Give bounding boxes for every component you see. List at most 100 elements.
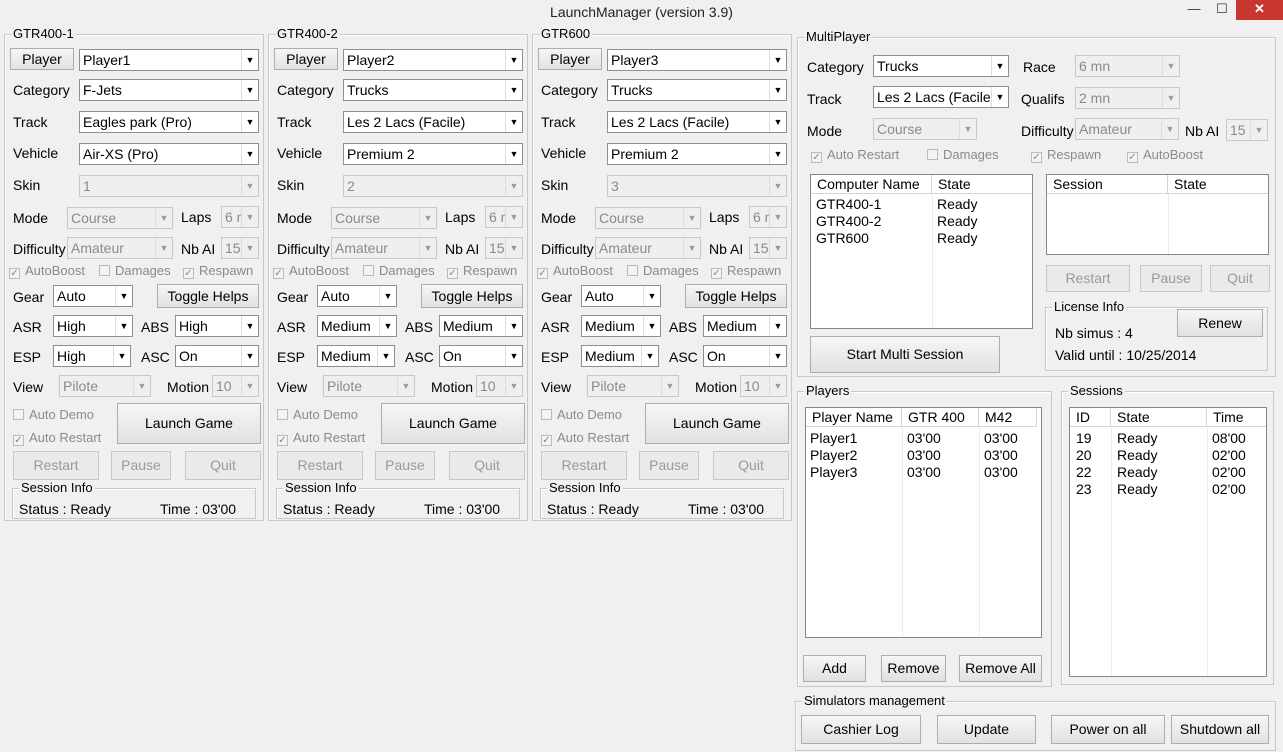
restart-button[interactable]: Restart [277,451,363,480]
remove-player-button[interactable]: Remove [881,655,946,682]
shutdown-all-button[interactable]: Shutdown all [1171,715,1269,744]
damages-checkbox[interactable]: Damages [363,263,435,279]
respawn-checkbox[interactable]: ✓ Respawn [183,263,253,279]
gear-select[interactable]: Auto ▼ [581,285,661,307]
autoboost-checkbox[interactable]: ✓ AutoBoost [537,263,613,279]
motion-select[interactable]: 10 ▼ [740,375,787,397]
vehicle-select[interactable]: Premium 2 ▼ [607,143,787,165]
players-list[interactable]: Player Name GTR 400 M42 Player1 03'00 03… [805,407,1042,638]
asr-select[interactable]: Medium ▼ [317,315,397,337]
skin-select[interactable]: 2 ▼ [343,175,523,197]
mp-restart-button[interactable]: Restart [1046,265,1130,292]
mp-quit-button[interactable]: Quit [1210,265,1270,292]
quit-button[interactable]: Quit [713,451,789,480]
player-select[interactable]: Player2 ▼ [343,49,523,71]
toggle-helps-button[interactable]: Toggle Helps [421,284,523,308]
autoboost-checkbox[interactable]: ✓ AutoBoost [273,263,349,279]
close-button[interactable]: ✕ [1236,0,1283,20]
mp-nbai-select[interactable]: 15 ▼ [1226,119,1268,141]
asr-select[interactable]: Medium ▼ [581,315,661,337]
player-button[interactable]: Player [10,48,74,70]
mp-damages-checkbox[interactable]: Damages [927,147,999,163]
mp-category-select[interactable]: Trucks ▼ [873,55,1009,77]
abs-select[interactable]: Medium ▼ [703,315,787,337]
computers-list[interactable]: Computer Name State GTR400-1 Ready GTR40… [810,174,1033,329]
auto-demo-checkbox[interactable]: Auto Demo [541,407,622,423]
column-header-player-name[interactable]: Player Name [806,408,902,427]
asc-select[interactable]: On ▼ [439,345,523,367]
list-item[interactable]: GTR600 [812,230,869,247]
skin-select[interactable]: 3 ▼ [607,175,787,197]
category-select[interactable]: F-Jets ▼ [79,79,259,101]
view-select[interactable]: Pilote ▼ [323,375,415,397]
list-item[interactable]: 22 [1072,464,1092,481]
asc-select[interactable]: On ▼ [703,345,787,367]
launch-game-button[interactable]: Launch Game [381,403,525,444]
sessions-list[interactable]: ID State Time 19 Ready 08'00 20 Ready 02… [1069,407,1267,677]
motion-select[interactable]: 10 ▼ [212,375,259,397]
column-header-state[interactable]: State [1168,175,1268,194]
esp-select[interactable]: High ▼ [53,345,131,367]
list-item[interactable]: Player2 [806,447,857,464]
player-button[interactable]: Player [538,48,602,70]
vehicle-select[interactable]: Air-XS (Pro) ▼ [79,143,259,165]
track-select[interactable]: Eagles park (Pro) ▼ [79,111,259,133]
minimize-button[interactable]: — [1180,0,1208,20]
player-select[interactable]: Player3 ▼ [607,49,787,71]
column-header-session[interactable]: Session [1047,175,1168,194]
pause-button[interactable]: Pause [375,451,435,480]
view-select[interactable]: Pilote ▼ [59,375,151,397]
mp-auto-restart-checkbox[interactable]: ✓ Auto Restart [811,147,899,163]
abs-select[interactable]: Medium ▼ [439,315,523,337]
esp-select[interactable]: Medium ▼ [317,345,395,367]
restart-button[interactable]: Restart [541,451,627,480]
nbai-select[interactable]: 15 ▼ [485,237,523,259]
difficulty-select[interactable]: Amateur ▼ [331,237,437,259]
mp-mode-select[interactable]: Course ▼ [873,118,977,140]
mode-select[interactable]: Course ▼ [595,207,701,229]
auto-demo-checkbox[interactable]: Auto Demo [277,407,358,423]
skin-select[interactable]: 1 ▼ [79,175,259,197]
nbai-select[interactable]: 15 ▼ [221,237,259,259]
player-select[interactable]: Player1 ▼ [79,49,259,71]
column-header-state[interactable]: State [932,175,1032,194]
track-select[interactable]: Les 2 Lacs (Facile) ▼ [343,111,523,133]
maximize-button[interactable]: ☐ [1208,0,1236,20]
mp-pause-button[interactable]: Pause [1140,265,1202,292]
toggle-helps-button[interactable]: Toggle Helps [157,284,259,308]
add-player-button[interactable]: Add [803,655,866,682]
gear-select[interactable]: Auto ▼ [53,285,133,307]
mp-autoboost-checkbox[interactable]: ✓ AutoBoost [1127,147,1203,163]
column-header-time[interactable]: Time [1207,408,1266,427]
laps-select[interactable]: 6 n ▼ [221,206,259,228]
mp-respawn-checkbox[interactable]: ✓ Respawn [1031,147,1101,163]
category-select[interactable]: Trucks ▼ [607,79,787,101]
quit-button[interactable]: Quit [185,451,261,480]
pause-button[interactable]: Pause [111,451,171,480]
mp-difficulty-select[interactable]: Amateur ▼ [1075,118,1179,140]
view-select[interactable]: Pilote ▼ [587,375,679,397]
abs-select[interactable]: High ▼ [175,315,259,337]
mp-sessions-list[interactable]: Session State [1046,174,1269,255]
cashier-log-button[interactable]: Cashier Log [801,715,921,744]
start-multi-session-button[interactable]: Start Multi Session [810,336,1000,373]
list-item[interactable]: Player3 [806,464,857,481]
launch-game-button[interactable]: Launch Game [117,403,261,444]
toggle-helps-button[interactable]: Toggle Helps [685,284,787,308]
laps-select[interactable]: 6 n ▼ [485,206,523,228]
respawn-checkbox[interactable]: ✓ Respawn [447,263,517,279]
remove-all-players-button[interactable]: Remove All [959,655,1042,682]
mp-track-select[interactable]: Les 2 Lacs (Facile) ▼ [873,86,1009,108]
track-select[interactable]: Les 2 Lacs (Facile) ▼ [607,111,787,133]
difficulty-select[interactable]: Amateur ▼ [595,237,701,259]
list-item[interactable]: GTR400-2 [812,213,881,230]
power-on-all-button[interactable]: Power on all [1051,715,1165,744]
mp-qualifs-select[interactable]: 2 mn ▼ [1075,87,1180,109]
column-header-gtr400[interactable]: GTR 400 [902,408,979,427]
auto-restart-checkbox[interactable]: ✓ Auto Restart [13,430,101,446]
damages-checkbox[interactable]: Damages [627,263,699,279]
column-header-state[interactable]: State [1111,408,1207,427]
nbai-select[interactable]: 15 ▼ [749,237,787,259]
launch-game-button[interactable]: Launch Game [645,403,789,444]
asr-select[interactable]: High ▼ [53,315,133,337]
